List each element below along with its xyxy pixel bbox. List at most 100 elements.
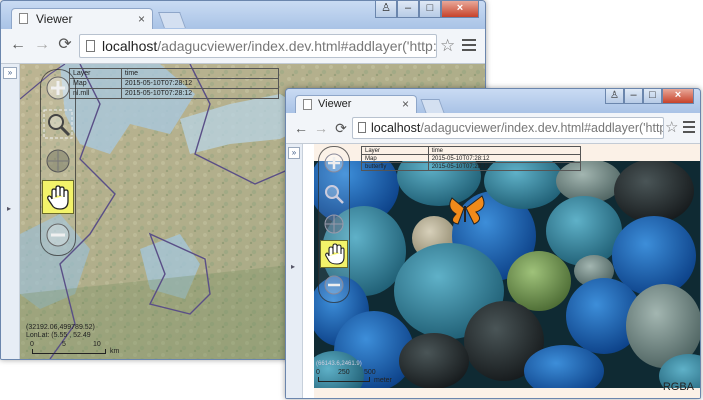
url-path: /adagucviewer/index.dev.html#addlayer('h… [157,38,437,54]
tab-viewer[interactable]: Viewer × [295,95,417,113]
zoom-out-button[interactable] [320,272,348,298]
map-tools-panel [318,146,350,303]
coordinate-readout: (66143.6,2461.9) [316,360,362,368]
user-icon[interactable]: ♙ [375,1,397,18]
minus-icon [46,223,70,247]
pan-tool-button[interactable] [320,240,348,268]
zoom-in-button[interactable] [320,150,348,176]
hand-icon [47,185,69,210]
legend-time: 2015-05-10T07:28:12 [120,88,280,99]
scale-bar: 0 250 500 meter [316,369,426,387]
legend-header: time [427,146,582,155]
coords-projected: (66143.6,2461.9) [316,361,362,367]
zoom-in-button[interactable] [42,73,74,103]
page-icon [303,99,312,110]
legend-layer: nl.mll [69,88,122,99]
page-info-icon [86,40,95,52]
scale-unit: meter [374,377,392,384]
zoom-out-button[interactable] [42,220,74,250]
legend-row[interactable]: Map 2015-05-10T07:28:12 [361,154,582,163]
menu-icon[interactable] [462,36,476,54]
bookmark-star-icon[interactable]: ☆ [440,37,455,55]
url-host: localhost [371,121,421,135]
page-icon [19,13,28,24]
legend-layer: Map [69,78,122,89]
legend-time: 2015-05-10T07:28:12 [427,162,582,171]
minimize-button[interactable]: – [624,89,643,104]
browser-window-front: Viewer × ♙ – □ × ← → ⟳ localhost/adagucv… [285,88,701,399]
url-host: localhost [102,38,158,54]
pebbles-image [314,161,700,388]
scale-bar-line [32,349,106,354]
page-content: » ▸ [286,144,700,398]
legend-header-row: Layer time [361,146,582,155]
plus-icon [46,76,70,100]
scale-unit: km [110,348,120,355]
forward-button[interactable]: → [312,119,330,137]
zoom-box-button[interactable] [42,108,74,140]
layer-legend: Layer time Map 2015-05-10T07:28:12 nl.ml… [69,68,280,99]
pan-globe-button[interactable] [42,146,74,176]
reload-button[interactable]: ⟳ [332,119,350,137]
url-path: /adagucviewer/index.dev.html#addlayer('h… [420,121,663,135]
minus-icon [324,275,344,295]
resize-handle-icon[interactable]: ▸ [7,204,11,213]
expand-panel-button[interactable]: » [288,147,300,159]
legend-header: Layer [69,68,122,79]
zoom-box-button[interactable] [320,180,348,208]
back-button[interactable]: ← [292,119,310,137]
coords-lonlat: LonLat: (5.55 , 52.49 [26,332,91,339]
forward-button[interactable]: → [33,36,51,54]
new-tab-button[interactable] [158,12,186,28]
scale-label: 0 [316,369,320,376]
coords-projected: (32192.06,499789.52) [26,324,95,331]
pan-tool-button[interactable] [42,180,74,214]
resize-handle-icon[interactable]: ▸ [291,262,295,271]
globe-icon [46,149,70,173]
layer-legend: Layer time Map 2015-05-10T07:28:12 butte… [361,146,582,171]
tab-viewer[interactable]: Viewer × [11,8,153,29]
legend-header-row: Layer time [69,68,280,79]
legend-row[interactable]: nl.mll 2015-05-10T07:28:12 [69,88,280,99]
magnifier-icon [325,185,344,204]
legend-time: 2015-05-10T07:28:12 [120,78,280,89]
close-button[interactable]: × [441,1,479,18]
reload-button[interactable]: ⟳ [56,36,74,54]
address-bar[interactable]: localhost/adagucviewer/index.dev.html#ad… [79,34,437,58]
scale-label: 0 [30,341,34,348]
window-controls: ♙ – □ × [375,1,479,18]
browser-toolbar: ← → ⟳ localhost/adagucviewer/index.dev.h… [286,113,700,144]
map-view[interactable]: Layer time Map 2015-05-10T07:28:12 butte… [314,144,700,398]
pixel-format-label: RGBA [662,381,694,393]
map-tools-panel [40,69,76,256]
window-controls: ♙ – □ × [605,89,694,104]
maximize-button[interactable]: □ [643,89,662,104]
new-tab-button[interactable] [420,99,445,113]
tab-close-icon[interactable]: × [138,9,145,29]
title-bar: Viewer × ♙ – □ × [1,1,485,29]
address-bar[interactable]: localhost/adagucviewer/index.dev.html#ad… [352,117,664,139]
legend-row[interactable]: Map 2015-05-10T07:28:12 [69,78,280,89]
maximize-button[interactable]: □ [419,1,441,18]
legend-time: 2015-05-10T07:28:12 [427,154,582,163]
title-bar: Viewer × ♙ – □ × [286,89,700,113]
expand-panel-button[interactable]: » [3,67,17,79]
tab-close-icon[interactable]: × [402,96,409,113]
globe-icon [324,214,344,234]
side-panel: » ▸ [1,64,20,359]
magnifier-icon [43,109,73,139]
menu-icon[interactable] [683,118,695,136]
legend-row[interactable]: butterfly 2015-05-10T07:28:12 [361,162,582,171]
minimize-button[interactable]: – [397,1,419,18]
pan-globe-button[interactable] [320,211,348,237]
close-button[interactable]: × [662,89,694,104]
back-button[interactable]: ← [9,36,27,54]
plus-icon [324,153,344,173]
bookmark-star-icon[interactable]: ☆ [665,119,678,137]
hand-icon [325,243,345,265]
browser-toolbar: ← → ⟳ localhost/adagucviewer/index.dev.h… [1,29,485,64]
user-icon[interactable]: ♙ [605,89,624,104]
legend-layer: butterfly [361,162,429,171]
side-panel: » ▸ [286,144,303,398]
scale-bar-line [318,377,370,382]
